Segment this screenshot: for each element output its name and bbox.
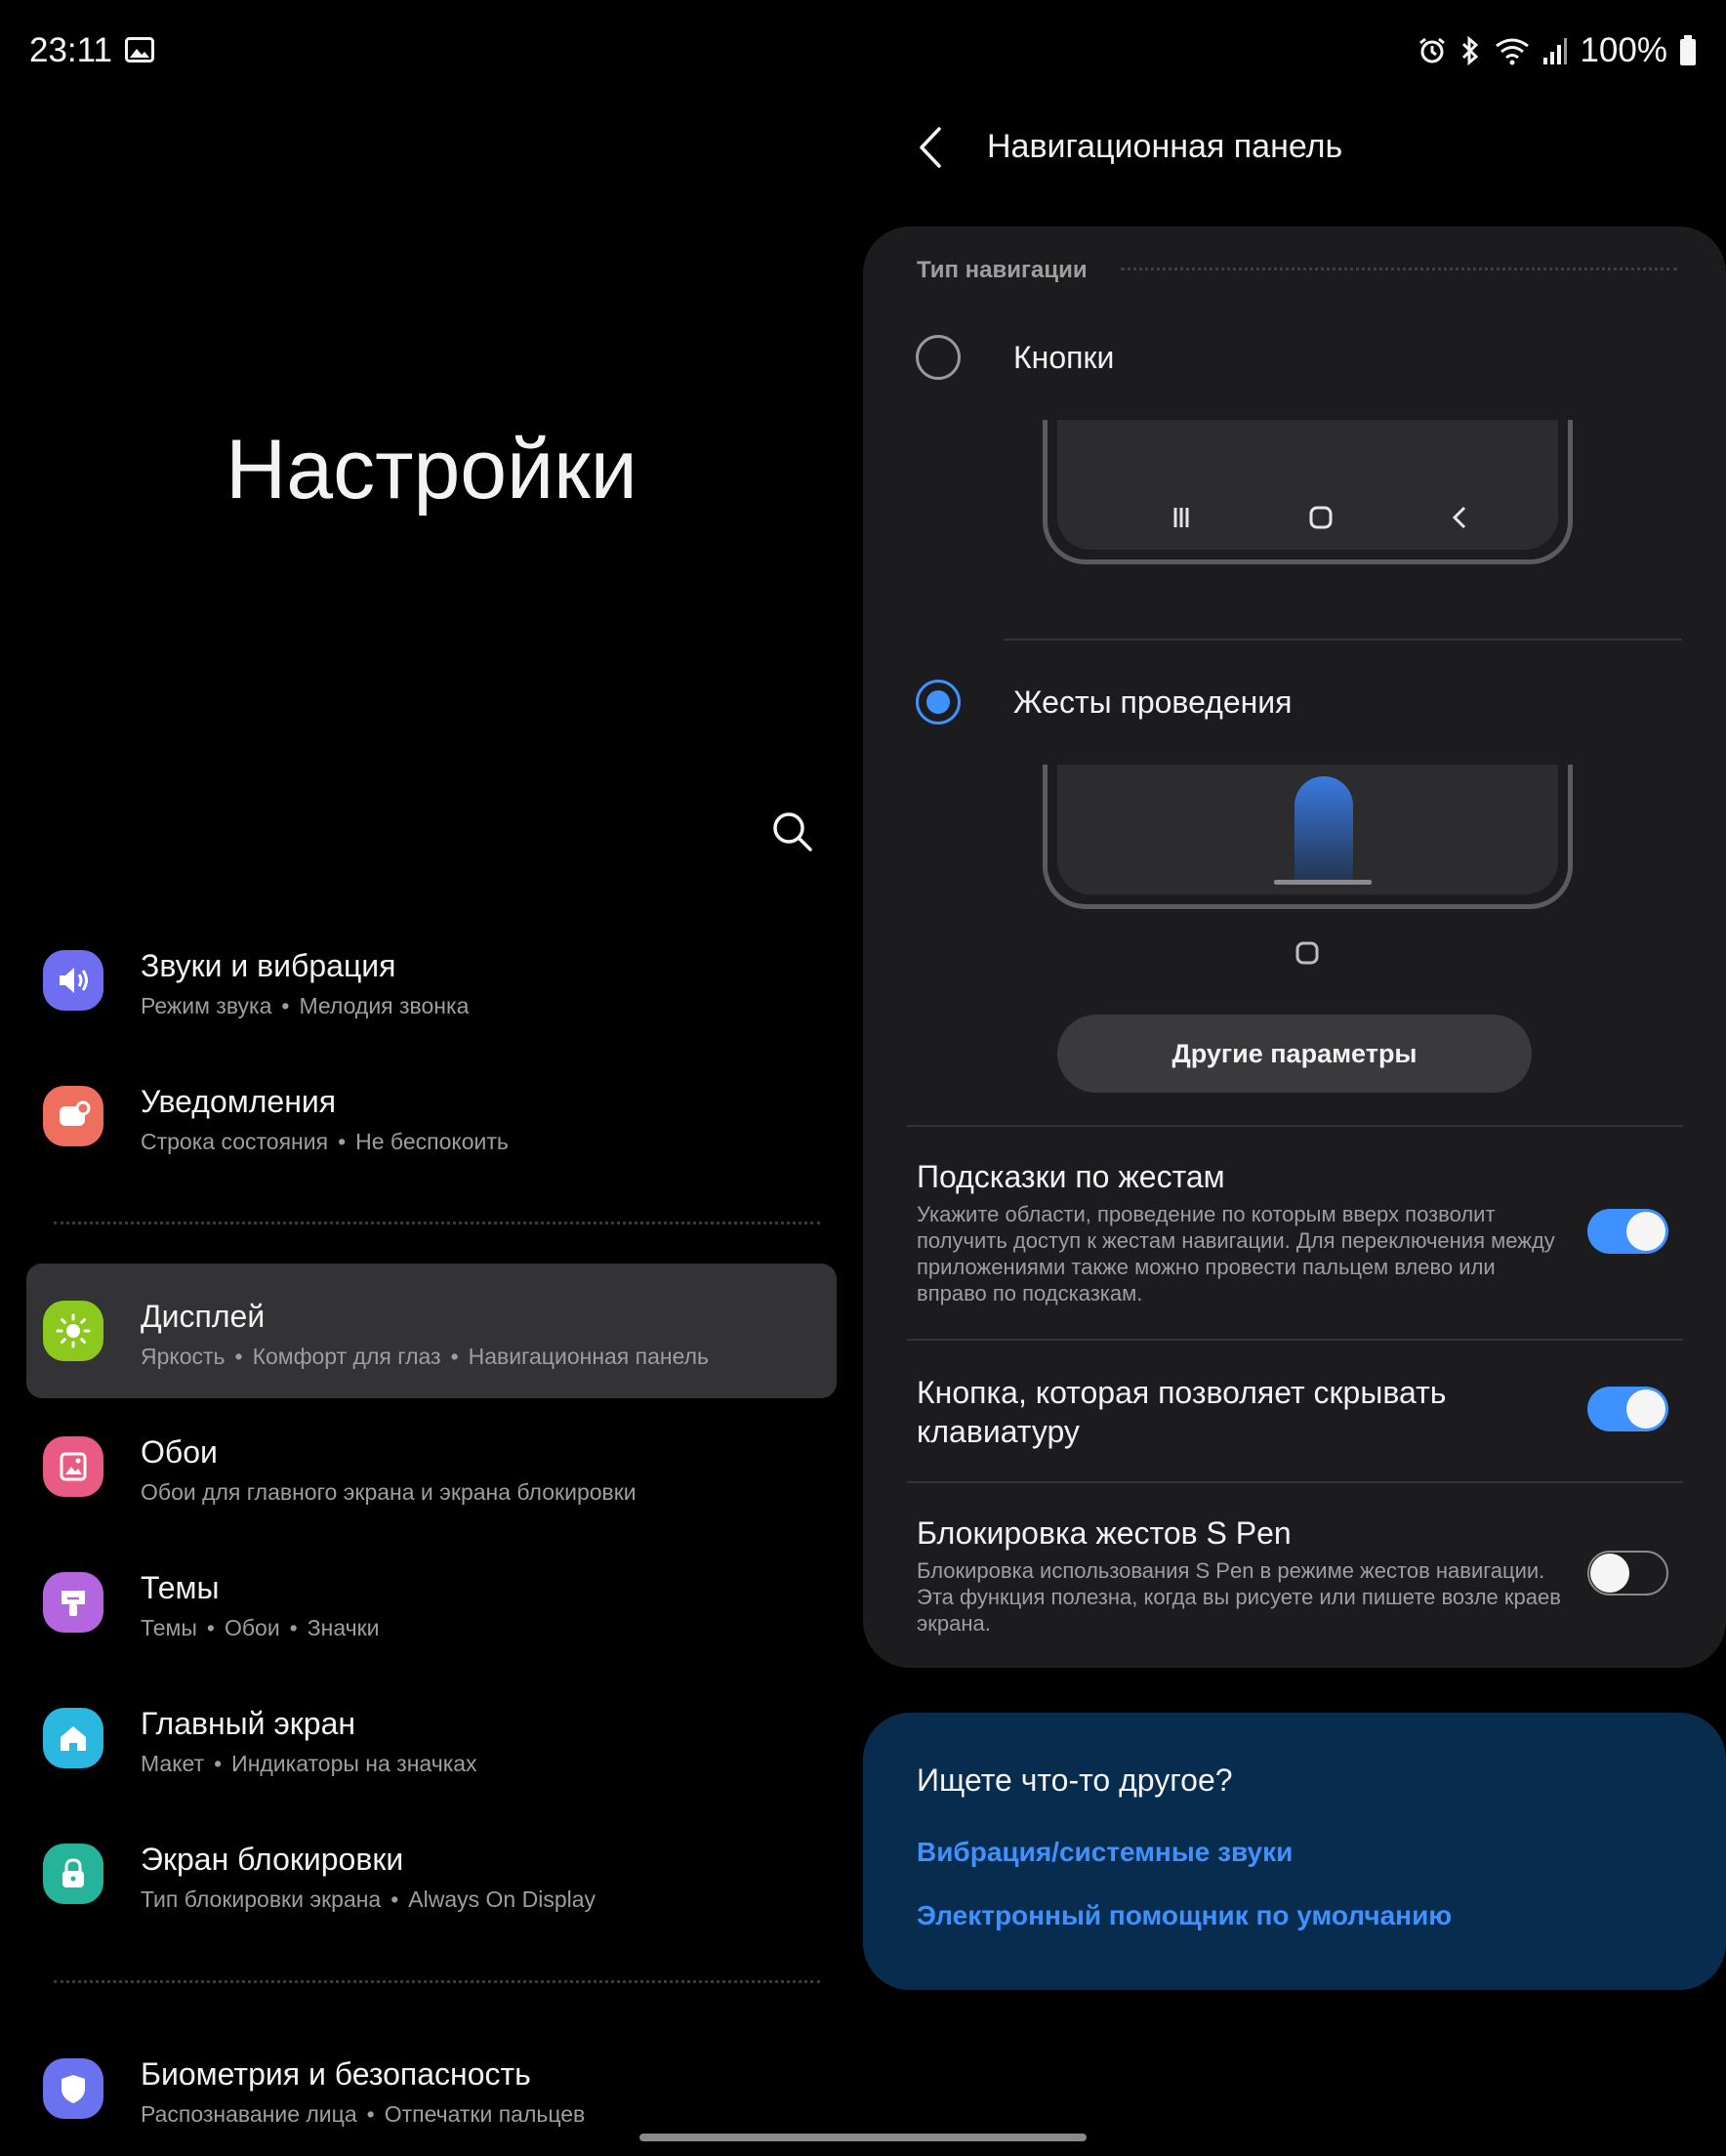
themes-icon [43,1572,103,1633]
menu-item-title: Биометрия и безопасность [141,2056,531,2092]
menu-item-display[interactable]: Дисплей Яркость • Комфорт для глаз • Навигац… [26,1264,837,1398]
wifi-icon [1496,38,1530,65]
menu-item-themes[interactable]: Темы Темы • Обои • Значки [26,1535,837,1670]
more-options-button[interactable]: Другие параметры [1057,1015,1532,1093]
spen-gesture-block-title: Блокировка жестов S Pen [917,1515,1292,1551]
menu-item-title: Темы [141,1570,220,1605]
suggestion-link-assistant[interactable]: Электронный помощник по умолчанию [917,1900,1452,1931]
lock-icon [43,1844,103,1904]
home-button-icon [1295,941,1319,965]
brightness-icon [43,1301,103,1361]
gallery-icon [125,37,154,62]
radio-buttons[interactable] [916,335,961,380]
setting-divider [907,1125,1683,1127]
menu-item-wallpaper[interactable]: Обои Обои для главного экрана и экрана б… [26,1399,837,1534]
status-bar: 23:11 100% [0,0,1726,104]
menu-item-subtitle: Макет • Индикаторы на значках [141,1751,477,1776]
gesture-hints-desc: Укажите области, проведение по которым в… [917,1202,1555,1306]
toggle-knob [1626,1212,1665,1251]
menu-item-title: Уведомления [141,1084,337,1119]
option-label-gestures[interactable]: Жесты проведения [1013,684,1293,721]
hide-keyboard-button-title: Кнопка, которая позволяет скрывать клави… [917,1375,1447,1449]
menu-item-subtitle: Строка состояния • Не беспокоить [141,1129,509,1154]
suggestion-title: Ищете что-то другое? [917,1762,1233,1798]
menu-item-title: Экран блокировки [141,1842,404,1877]
back-arrow-icon[interactable] [914,123,947,172]
bluetooth-icon [1462,35,1479,66]
page-title: Настройки [226,423,637,517]
menu-item-subtitle: Темы • Обои • Значки [141,1615,380,1640]
menu-item-title: Главный экран [141,1706,356,1741]
swipe-gesture-icon [1294,776,1353,884]
gesture-hints-title: Подсказки по жестам [917,1159,1225,1194]
header-title: Навигационная панель [987,128,1343,165]
recents-icon [1173,508,1189,527]
gestures-preview[interactable] [1043,765,1573,909]
toggle-knob [1626,1389,1665,1429]
menu-item-subtitle: Обои для главного экрана и экрана блокир… [141,1479,637,1505]
menu-item-notifications[interactable]: Уведомления Строка состояния • Не беспокои… [26,1049,837,1183]
hide-keyboard-button-toggle[interactable] [1587,1387,1668,1431]
setting-divider [907,1481,1683,1483]
option-divider [1004,639,1682,641]
gesture-hints-toggle[interactable] [1587,1209,1668,1254]
menu-item-subtitle: Тип блокировки экрана • Always On Display [141,1886,596,1912]
search-icon[interactable] [767,807,818,857]
menu-item-lock-screen[interactable]: Экран блокировки Тип блокировки экрана • A… [26,1806,837,1941]
notification-icon [43,1086,103,1146]
option-label-buttons[interactable]: Кнопки [1013,340,1114,376]
menu-item-title: Обои [141,1434,218,1470]
radio-gestures[interactable] [916,680,961,725]
status-icons: 100% [1418,29,1697,72]
spen-gesture-block-toggle[interactable] [1587,1551,1668,1596]
menu-item-home-screen[interactable]: Главный экран Макет • Индикаторы на значка… [26,1671,837,1805]
wallpaper-icon [43,1436,103,1497]
menu-divider [54,1980,820,1983]
gesture-hint-bar [1274,880,1372,885]
status-time: 23:11 [29,31,112,69]
menu-item-title: Звуки и вибрация [141,948,396,983]
battery-icon [1680,35,1696,65]
section-divider [1121,268,1677,270]
home-button-icon [1309,506,1333,529]
menu-divider [54,1222,820,1224]
menu-item-subtitle: Распознавание лица • Отпечатки пальцев [141,2101,586,2127]
home-indicator[interactable] [639,2134,1087,2141]
menu-item-title: Дисплей [141,1299,266,1334]
alarm-icon [1419,37,1446,63]
menu-item-subtitle: Яркость • Комфорт для глаз • Навигационная п… [141,1344,710,1369]
buttons-preview[interactable] [1043,420,1573,564]
volume-icon [43,950,103,1011]
spen-gesture-block-desc: Блокировка использования S Pen в режиме … [917,1558,1561,1636]
back-button-icon [1452,506,1466,529]
section-label: Тип навигации [917,257,1088,283]
preview-screen [1057,420,1558,550]
setting-divider [907,1339,1683,1341]
suggestion-link-vibration[interactable]: Вибрация/системные звуки [917,1837,1293,1868]
toggle-knob [1590,1554,1629,1593]
menu-item-sounds[interactable]: Звуки и вибрация Режим звука • Мелодия зво… [26,913,837,1048]
menu-item-subtitle: Режим звука • Мелодия звонка [141,993,470,1018]
signal-icon [1543,38,1568,64]
preview-screen [1057,765,1558,894]
shield-icon [43,2058,103,2119]
home-icon [43,1708,103,1768]
battery-percent: 100% [1580,31,1667,69]
